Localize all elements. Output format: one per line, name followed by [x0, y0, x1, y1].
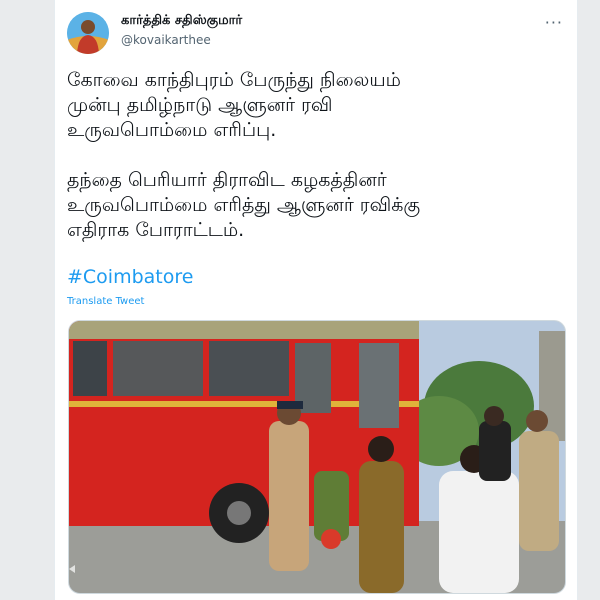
tweet-text-line: எதிராக போராட்டம். — [67, 219, 245, 241]
tweet-card[interactable]: கார்த்திக் சதிஸ்குமார் @kovaikarthee ···… — [54, 0, 578, 600]
tweet-text: கோவை காந்திபுரம் பேருந்து நிலையம் முன்பு… — [67, 68, 547, 243]
avatar[interactable] — [67, 12, 109, 54]
translate-tweet-link[interactable]: Translate Tweet — [67, 296, 144, 307]
tweet-text-line: கோவை காந்திபுரம் பேருந்து நிலையம் — [67, 69, 401, 91]
more-horizontal-icon[interactable]: ··· — [545, 13, 563, 32]
display-name[interactable]: கார்த்திக் சதிஸ்குமார் — [121, 13, 242, 29]
tweet-media-photo[interactable] — [68, 320, 566, 594]
tweet-text-line: உருவபொம்மை எரிப்பு. — [67, 119, 277, 141]
user-handle[interactable]: @kovaikarthee — [121, 33, 211, 47]
tweet-text-line: உருவபொம்மை எரித்து ஆளுனர் ரவிக்கு — [67, 194, 421, 216]
tweet-text-line: முன்பு தமிழ்நாடு ஆளுனர் ரவி — [67, 94, 333, 116]
hashtag-link[interactable]: #Coimbatore — [67, 266, 193, 288]
tweet-text-line: தந்தை பெரியார் திராவிட கழகத்தினர் — [67, 169, 387, 191]
